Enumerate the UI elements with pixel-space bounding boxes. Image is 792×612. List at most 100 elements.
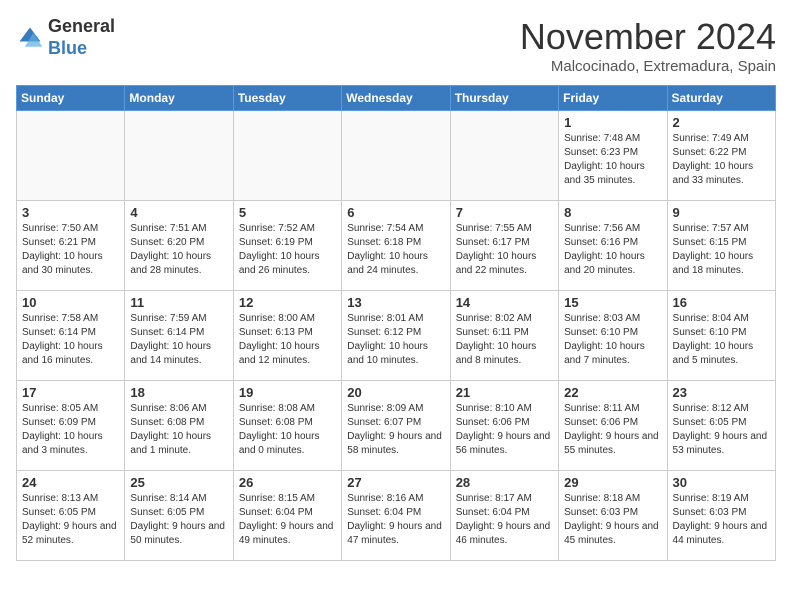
calendar-cell: 26 Sunrise: 8:15 AM Sunset: 6:04 PM Dayli… [233, 471, 341, 561]
day-number: 4 [130, 205, 227, 220]
logo-icon [16, 24, 44, 52]
day-info: Sunrise: 8:02 AM Sunset: 6:11 PM Dayligh… [456, 312, 553, 368]
day-info: Sunrise: 8:17 AM Sunset: 6:04 PM Dayligh… [456, 492, 553, 548]
day-number: 9 [673, 205, 770, 220]
day-number: 3 [22, 205, 119, 220]
location: Malcocinado, Extremadura, Spain [520, 58, 776, 75]
day-number: 24 [22, 475, 119, 490]
day-info: Sunrise: 8:05 AM Sunset: 6:09 PM Dayligh… [22, 402, 119, 458]
calendar-cell: 16 Sunrise: 8:04 AM Sunset: 6:10 PM Dayli… [667, 291, 775, 381]
day-info: Sunrise: 8:10 AM Sunset: 6:06 PM Dayligh… [456, 402, 553, 458]
day-number: 21 [456, 385, 553, 400]
day-info: Sunrise: 7:52 AM Sunset: 6:19 PM Dayligh… [239, 222, 336, 278]
page-header: General Blue November 2024 Malcocinado, … [16, 16, 776, 75]
calendar-cell: 23 Sunrise: 8:12 AM Sunset: 6:05 PM Dayli… [667, 381, 775, 471]
day-number: 1 [564, 115, 661, 130]
calendar-cell: 3 Sunrise: 7:50 AM Sunset: 6:21 PM Daylig… [17, 201, 125, 291]
day-number: 8 [564, 205, 661, 220]
day-number: 2 [673, 115, 770, 130]
calendar-cell: 2 Sunrise: 7:49 AM Sunset: 6:22 PM Daylig… [667, 111, 775, 201]
day-info: Sunrise: 8:15 AM Sunset: 6:04 PM Dayligh… [239, 492, 336, 548]
day-info: Sunrise: 7:55 AM Sunset: 6:17 PM Dayligh… [456, 222, 553, 278]
weekday-header-row: SundayMondayTuesdayWednesdayThursdayFrid… [17, 86, 776, 111]
weekday-header: Saturday [667, 86, 775, 111]
day-info: Sunrise: 8:09 AM Sunset: 6:07 PM Dayligh… [347, 402, 444, 458]
calendar-cell: 4Sunrise: 7:51 AM Sunset: 6:20 PM Daylig… [125, 201, 233, 291]
day-info: Sunrise: 8:11 AM Sunset: 6:06 PM Dayligh… [564, 402, 661, 458]
calendar-cell [450, 111, 558, 201]
logo: General Blue [16, 16, 115, 59]
day-number: 13 [347, 295, 444, 310]
day-info: Sunrise: 7:48 AM Sunset: 6:23 PM Dayligh… [564, 132, 661, 188]
day-info: Sunrise: 7:50 AM Sunset: 6:21 PM Dayligh… [22, 222, 119, 278]
calendar-cell: 6 Sunrise: 7:54 AM Sunset: 6:18 PM Daylig… [342, 201, 450, 291]
day-number: 27 [347, 475, 444, 490]
month-title: November 2024 [520, 16, 776, 58]
day-number: 28 [456, 475, 553, 490]
day-info: Sunrise: 8:16 AM Sunset: 6:04 PM Dayligh… [347, 492, 444, 548]
calendar-week-row: 24 Sunrise: 8:13 AM Sunset: 6:05 PM Dayli… [17, 471, 776, 561]
calendar-cell [125, 111, 233, 201]
day-number: 23 [673, 385, 770, 400]
calendar-cell [233, 111, 341, 201]
weekday-header: Monday [125, 86, 233, 111]
calendar-cell: 18Sunrise: 8:06 AM Sunset: 6:08 PM Dayli… [125, 381, 233, 471]
calendar-cell: 17 Sunrise: 8:05 AM Sunset: 6:09 PM Dayli… [17, 381, 125, 471]
day-number: 20 [347, 385, 444, 400]
day-number: 12 [239, 295, 336, 310]
day-info: Sunrise: 8:18 AM Sunset: 6:03 PM Dayligh… [564, 492, 661, 548]
calendar-cell: 29 Sunrise: 8:18 AM Sunset: 6:03 PM Dayli… [559, 471, 667, 561]
day-number: 5 [239, 205, 336, 220]
logo-general: General [48, 16, 115, 36]
day-number: 10 [22, 295, 119, 310]
calendar-cell: 15Sunrise: 8:03 AM Sunset: 6:10 PM Dayli… [559, 291, 667, 381]
calendar-cell: 9 Sunrise: 7:57 AM Sunset: 6:15 PM Daylig… [667, 201, 775, 291]
day-info: Sunrise: 8:13 AM Sunset: 6:05 PM Dayligh… [22, 492, 119, 548]
calendar-cell: 10 Sunrise: 7:58 AM Sunset: 6:14 PM Dayli… [17, 291, 125, 381]
day-number: 6 [347, 205, 444, 220]
calendar-cell: 27 Sunrise: 8:16 AM Sunset: 6:04 PM Dayli… [342, 471, 450, 561]
day-info: Sunrise: 7:49 AM Sunset: 6:22 PM Dayligh… [673, 132, 770, 188]
calendar-cell: 19 Sunrise: 8:08 AM Sunset: 6:08 PM Dayli… [233, 381, 341, 471]
day-number: 26 [239, 475, 336, 490]
logo-blue: Blue [48, 38, 87, 58]
day-number: 17 [22, 385, 119, 400]
calendar-cell: 12 Sunrise: 8:00 AM Sunset: 6:13 PM Dayli… [233, 291, 341, 381]
calendar-cell: 11 Sunrise: 7:59 AM Sunset: 6:14 PM Dayli… [125, 291, 233, 381]
day-number: 19 [239, 385, 336, 400]
day-number: 29 [564, 475, 661, 490]
weekday-header: Friday [559, 86, 667, 111]
calendar-week-row: 17 Sunrise: 8:05 AM Sunset: 6:09 PM Dayli… [17, 381, 776, 471]
day-info: Sunrise: 8:12 AM Sunset: 6:05 PM Dayligh… [673, 402, 770, 458]
day-info: Sunrise: 7:56 AM Sunset: 6:16 PM Dayligh… [564, 222, 661, 278]
weekday-header: Tuesday [233, 86, 341, 111]
day-number: 16 [673, 295, 770, 310]
day-info: Sunrise: 7:59 AM Sunset: 6:14 PM Dayligh… [130, 312, 227, 368]
weekday-header: Thursday [450, 86, 558, 111]
weekday-header: Sunday [17, 86, 125, 111]
day-number: 14 [456, 295, 553, 310]
day-info: Sunrise: 8:08 AM Sunset: 6:08 PM Dayligh… [239, 402, 336, 458]
calendar-cell: 28 Sunrise: 8:17 AM Sunset: 6:04 PM Dayli… [450, 471, 558, 561]
logo-text: General Blue [48, 16, 115, 59]
day-info: Sunrise: 8:01 AM Sunset: 6:12 PM Dayligh… [347, 312, 444, 368]
day-info: Sunrise: 7:58 AM Sunset: 6:14 PM Dayligh… [22, 312, 119, 368]
calendar-cell: 20 Sunrise: 8:09 AM Sunset: 6:07 PM Dayli… [342, 381, 450, 471]
calendar-cell: 7Sunrise: 7:55 AM Sunset: 6:17 PM Daylig… [450, 201, 558, 291]
calendar-cell: 14 Sunrise: 8:02 AM Sunset: 6:11 PM Dayli… [450, 291, 558, 381]
day-number: 11 [130, 295, 227, 310]
day-info: Sunrise: 7:54 AM Sunset: 6:18 PM Dayligh… [347, 222, 444, 278]
day-info: Sunrise: 7:57 AM Sunset: 6:15 PM Dayligh… [673, 222, 770, 278]
calendar-cell: 8 Sunrise: 7:56 AM Sunset: 6:16 PM Daylig… [559, 201, 667, 291]
day-info: Sunrise: 8:00 AM Sunset: 6:13 PM Dayligh… [239, 312, 336, 368]
title-block: November 2024 Malcocinado, Extremadura, … [520, 16, 776, 75]
calendar-cell: 5 Sunrise: 7:52 AM Sunset: 6:19 PM Daylig… [233, 201, 341, 291]
calendar-cell [342, 111, 450, 201]
day-info: Sunrise: 8:04 AM Sunset: 6:10 PM Dayligh… [673, 312, 770, 368]
calendar-week-row: 10 Sunrise: 7:58 AM Sunset: 6:14 PM Dayli… [17, 291, 776, 381]
day-info: Sunrise: 8:06 AM Sunset: 6:08 PM Dayligh… [130, 402, 227, 458]
calendar-table: SundayMondayTuesdayWednesdayThursdayFrid… [16, 85, 776, 561]
calendar-cell: 22Sunrise: 8:11 AM Sunset: 6:06 PM Dayli… [559, 381, 667, 471]
day-number: 30 [673, 475, 770, 490]
day-number: 25 [130, 475, 227, 490]
